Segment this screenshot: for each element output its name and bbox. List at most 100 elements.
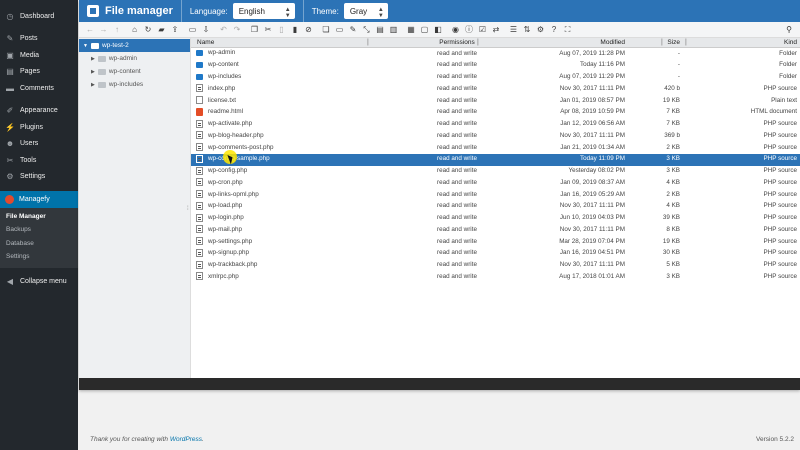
file-row[interactable]: wp-mail.php read and write Nov 30, 2017 11… bbox=[191, 224, 800, 236]
file-row[interactable]: wp-signup.php read and write Jan 16, 2019 … bbox=[191, 248, 800, 260]
file-row[interactable]: wp-load.php read and write Nov 30, 2017 11… bbox=[191, 201, 800, 213]
submenu-item-file-manager[interactable]: File Manager bbox=[0, 210, 78, 224]
home-icon[interactable]: ⌂ bbox=[130, 25, 140, 35]
rename-icon[interactable]: ▭ bbox=[335, 25, 345, 35]
redo-icon[interactable]: ↷ bbox=[232, 25, 242, 35]
forward-icon[interactable]: → bbox=[99, 25, 109, 35]
submenu-item-database[interactable]: Database bbox=[0, 237, 78, 251]
file-kind: HTML document bbox=[750, 108, 797, 116]
sort-icon[interactable]: ⇅ bbox=[522, 25, 532, 35]
edit-icon[interactable]: ✎ bbox=[348, 25, 358, 35]
file-permissions: read and write bbox=[437, 237, 477, 245]
file-name-cell: wp-links-opml.php bbox=[196, 190, 259, 198]
undo-icon[interactable]: ↶ bbox=[219, 25, 229, 35]
view-icon[interactable]: ☰ bbox=[509, 25, 519, 35]
file-kind: Plain text bbox=[771, 96, 797, 104]
tree-item-root[interactable]: ▼ wp-test-2 bbox=[79, 39, 190, 52]
file-row[interactable]: wp-admin read and write Aug 07, 2019 11:28… bbox=[191, 48, 800, 60]
copy-icon[interactable]: ❐ bbox=[250, 25, 260, 35]
paste-icon[interactable]: ▯ bbox=[277, 25, 287, 35]
preview-icon[interactable]: ◉ bbox=[451, 25, 461, 35]
file-row[interactable]: xmlrpc.php read and write Aug 17, 2018 01:… bbox=[191, 271, 800, 283]
reload-icon[interactable]: ↻ bbox=[143, 25, 153, 35]
invert-icon[interactable]: ◧ bbox=[433, 25, 443, 35]
tree-item-wp-admin[interactable]: ▶ wp-admin bbox=[79, 52, 190, 65]
wordpress-link[interactable]: WordPress bbox=[170, 436, 202, 443]
select-all-icon[interactable]: ▦ bbox=[406, 25, 416, 35]
file-row[interactable]: wp-settings.php read and write Mar 28, 201… bbox=[191, 236, 800, 248]
netmount-icon[interactable]: ⇄ bbox=[491, 25, 501, 35]
select-none-icon[interactable]: ▢ bbox=[420, 25, 430, 35]
sidebar-item-media[interactable]: ▣ Media bbox=[0, 47, 78, 64]
file-row[interactable]: wp-comments-post.php read and write Jan 21… bbox=[191, 142, 800, 154]
sidebar-item-dashboard[interactable]: ◷ Dashboard bbox=[0, 8, 78, 25]
language-select[interactable]: English ▲ ▼ bbox=[232, 3, 295, 19]
file-name: readme.html bbox=[208, 108, 243, 116]
column-resizer[interactable]: | bbox=[477, 39, 479, 46]
permissions-icon[interactable]: ☑ bbox=[478, 25, 488, 35]
tree-item-label: wp-test-2 bbox=[101, 42, 129, 49]
sidebar-item-pages[interactable]: ▤ Pages bbox=[0, 64, 78, 81]
sidebar-item-appearance[interactable]: ✐ Appearance bbox=[0, 103, 78, 120]
file-row[interactable]: wp-cron.php read and write Jan 09, 2019 08… bbox=[191, 177, 800, 189]
column-resizer[interactable]: | bbox=[367, 39, 369, 46]
column-modified[interactable]: Modified bbox=[511, 39, 625, 46]
download-icon[interactable]: ⇩ bbox=[201, 25, 211, 35]
archive-icon[interactable]: ▤ bbox=[375, 25, 385, 35]
file-row[interactable]: wp-blog-header.php read and write Nov 30, … bbox=[191, 130, 800, 142]
resize-icon[interactable]: ⤡ bbox=[362, 25, 372, 35]
extract-icon[interactable]: ▥ bbox=[389, 25, 399, 35]
file-row[interactable]: wp-config.php read and write Yesterday 08:… bbox=[191, 166, 800, 178]
search-icon[interactable]: ⚲ bbox=[786, 25, 792, 34]
preferences-icon[interactable]: ⚙ bbox=[536, 25, 546, 35]
info-icon[interactable]: ⓘ bbox=[464, 25, 474, 35]
fullscreen-icon[interactable]: ⛶ bbox=[563, 25, 573, 35]
column-kind[interactable]: Kind bbox=[681, 39, 797, 46]
sidebar-item-comments[interactable]: ▬ Comments bbox=[0, 80, 78, 97]
file-row[interactable]: wp-login.php read and write Jun 10, 2019 0… bbox=[191, 213, 800, 225]
sidebar-item-posts[interactable]: ✎ Posts bbox=[0, 31, 78, 48]
delete-icon[interactable]: ▮ bbox=[290, 25, 300, 35]
file-row[interactable]: wp-includes read and write Aug 07, 2019 11… bbox=[191, 72, 800, 84]
open-icon[interactable]: ▭ bbox=[188, 25, 198, 35]
file-row[interactable]: wp-trackback.php read and write Nov 30, 20… bbox=[191, 260, 800, 272]
file-kind: PHP source bbox=[763, 190, 797, 198]
file-manager-body: ▼ wp-test-2 ▶ wp-admin ▶ wp-content ▶ wp-includ… bbox=[79, 38, 800, 378]
submenu-item-settings[interactable]: Settings bbox=[0, 250, 78, 264]
column-name[interactable]: Name bbox=[197, 39, 214, 46]
upload-icon[interactable]: ⇪ bbox=[170, 25, 180, 35]
file-row[interactable]: license.txt read and write Jan 01, 2019 08… bbox=[191, 95, 800, 107]
file-name: wp-mail.php bbox=[208, 225, 242, 233]
file-row[interactable]: wp-activate.php read and write Jan 12, 201… bbox=[191, 119, 800, 131]
back-icon[interactable]: ← bbox=[85, 25, 95, 35]
theme-label: Theme: bbox=[311, 6, 339, 16]
submenu-item-backups[interactable]: Backups bbox=[0, 223, 78, 237]
sidebar-item-settings[interactable]: ⚙ Settings bbox=[0, 169, 78, 186]
file-kind: Folder bbox=[779, 49, 797, 57]
tree-item-wp-includes[interactable]: ▶ wp-includes bbox=[79, 78, 190, 91]
empty-icon[interactable]: ⊘ bbox=[304, 25, 314, 35]
duplicate-icon[interactable]: ❏ bbox=[321, 25, 331, 35]
collapse-menu-button[interactable]: ◀ Collapse menu bbox=[0, 274, 78, 291]
up-icon[interactable]: ↑ bbox=[112, 25, 122, 35]
sidebar-item-managefy[interactable]: Managefy bbox=[0, 191, 78, 208]
theme-select[interactable]: Gray ▲ ▼ bbox=[343, 3, 388, 19]
file-modified: Mar 28, 2019 07:04 PM bbox=[559, 237, 625, 245]
tree-resize-handle[interactable]: ⁞ bbox=[187, 206, 189, 212]
help-icon[interactable]: ? bbox=[549, 25, 559, 35]
file-row[interactable]: readme.html read and write Apr 08, 2019 10… bbox=[191, 107, 800, 119]
file-row[interactable]: index.php read and write Nov 30, 2017 11:1… bbox=[191, 83, 800, 95]
cut-icon[interactable]: ✂ bbox=[263, 25, 273, 35]
file-row[interactable]: wp-config-sample.php read and write Today … bbox=[191, 153, 800, 166]
new-folder-icon[interactable]: ▰ bbox=[157, 25, 167, 35]
file-name: wp-includes bbox=[208, 72, 242, 80]
sidebar-item-plugins[interactable]: ⚡ Plugins bbox=[0, 119, 78, 136]
file-permissions: read and write bbox=[437, 225, 477, 233]
sidebar-item-users[interactable]: ☻ Users bbox=[0, 136, 78, 153]
tree-item-wp-content[interactable]: ▶ wp-content bbox=[79, 65, 190, 78]
column-permissions[interactable]: Permissions bbox=[417, 39, 497, 46]
file-row[interactable]: wp-content read and write Today 11:16 PM - F… bbox=[191, 60, 800, 72]
file-row[interactable]: wp-links-opml.php read and write Jan 16, 2… bbox=[191, 189, 800, 201]
sidebar-item-tools[interactable]: ✂ Tools bbox=[0, 152, 78, 169]
column-size[interactable]: Size bbox=[627, 39, 680, 46]
